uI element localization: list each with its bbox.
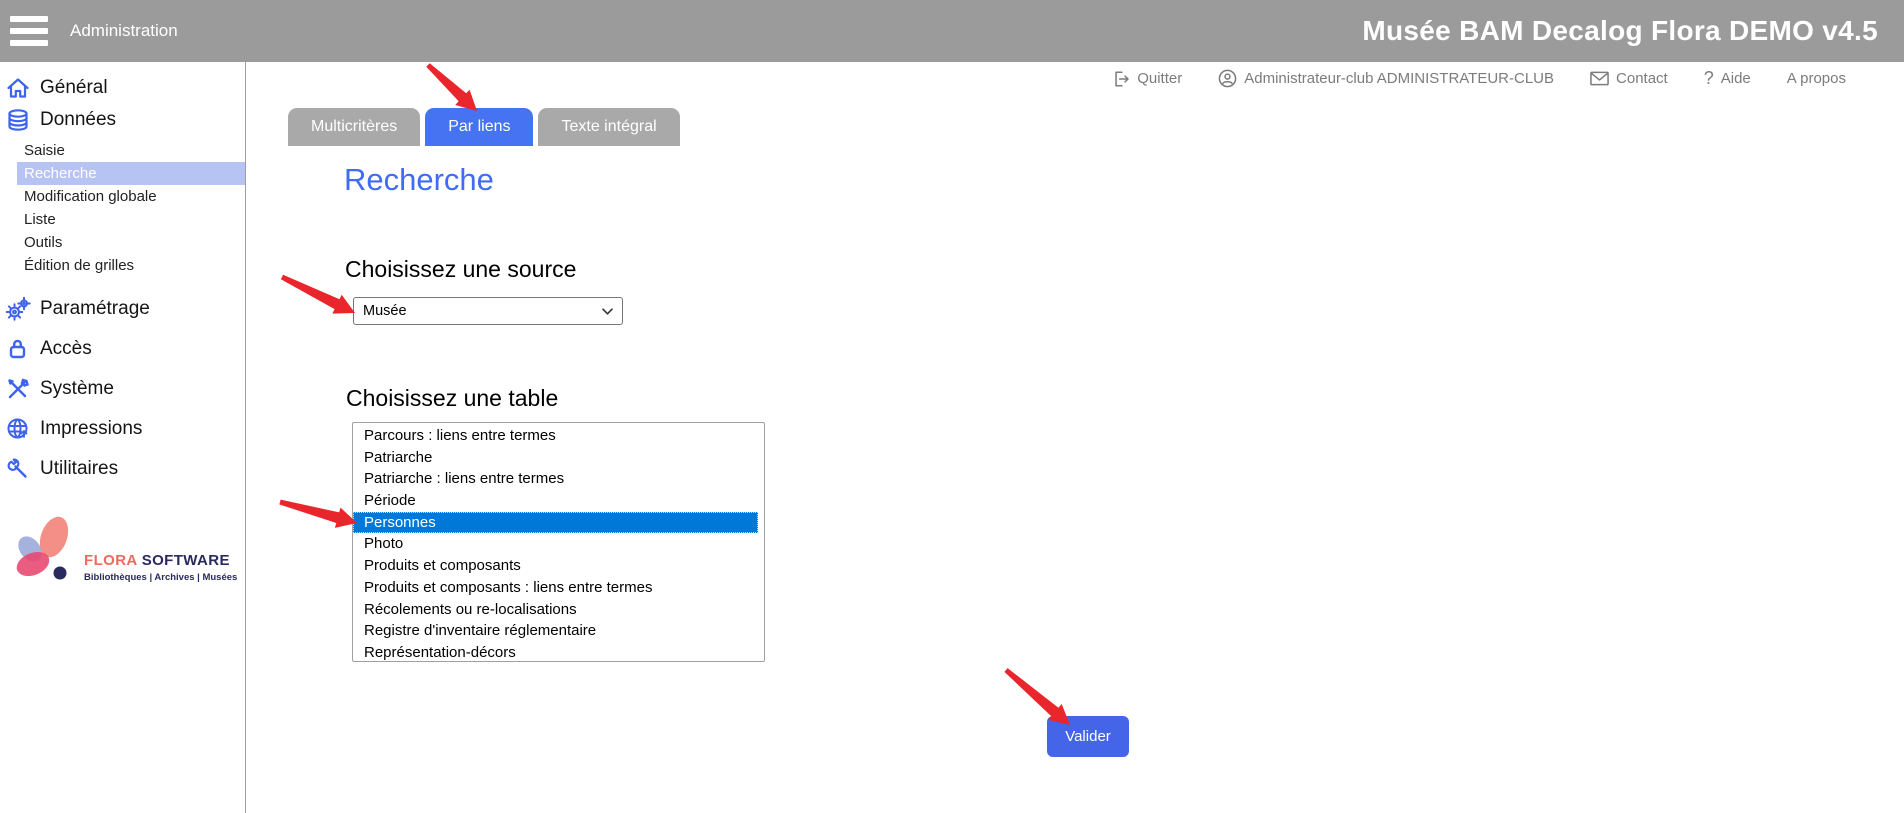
aide-label: Aide [1721,70,1751,87]
flora-logo-petals-icon [8,511,80,593]
logo-brand-secondary: SOFTWARE [142,552,230,569]
annotation-arrow-source [281,275,355,314]
table-listbox-option[interactable]: Représentation-décors [353,642,764,662]
aide-link[interactable]: ? Aide [1704,68,1751,89]
app-section-label: Administration [70,21,178,41]
table-listbox-option[interactable]: Personnes [353,512,758,534]
tab[interactable]: Texte intégral [538,108,679,146]
user-icon [1218,69,1237,88]
sidebar-item-label: Général [40,77,108,99]
database-icon [4,106,32,134]
tab[interactable]: Par liens [425,108,533,146]
sidebar-item-impressions[interactable]: Impressions [0,409,245,449]
current-user[interactable]: Administrateur-club ADMINISTRATEUR-CLUB [1218,69,1554,88]
globe-icon [4,415,32,443]
sidebar-donnees-submenu: Saisie Recherche Modification globale Li… [0,136,245,281]
sidebar-item-label: Accès [40,338,92,360]
table-section-label: Choisissez une table [346,385,558,412]
logo-tagline: Bibliothèques | Archives | Musées [84,572,237,583]
quitter-label: Quitter [1137,70,1182,87]
apropos-label: A propos [1787,70,1846,87]
annotation-arrow-par-liens [426,63,477,111]
topbar: Administration Musée BAM Decalog Flora D… [0,0,1904,62]
chevron-down-icon [602,308,613,315]
table-listbox-option[interactable]: Produits et composants [353,555,764,577]
source-select-value: Musée [354,303,602,319]
sidebar: Général Données Saisie Recherche Modific… [0,62,246,813]
sidebar-subitem[interactable]: Édition de grilles [17,254,245,277]
sidebar-item-label: Paramétrage [40,298,150,320]
sidebar-subitem[interactable]: Recherche [17,162,245,185]
sidebar-item-label: Utilitaires [40,458,118,480]
flora-software-logo: FLORA SOFTWARE Bibliothèques | Archives … [8,511,245,593]
logout-icon [1112,70,1130,88]
hamburger-menu-icon[interactable] [10,14,48,48]
sidebar-subitem[interactable]: Saisie [17,139,245,162]
utility-bar: Quitter Administrateur-club ADMINISTRATE… [1112,68,1846,89]
search-mode-tabs: Multicritères Par liens Texte intégral [288,108,680,146]
sidebar-item-systeme[interactable]: Système [0,369,245,409]
question-mark-icon: ? [1704,68,1714,89]
source-select[interactable]: Musée [353,297,623,325]
sidebar-item-utilitaires[interactable]: Utilitaires [0,449,245,489]
table-listbox-option[interactable]: Parcours : liens entre termes [353,425,764,447]
tab[interactable]: Multicritères [288,108,420,146]
table-listbox-option[interactable]: Produits et composants : liens entre ter… [353,577,764,599]
table-listbox-option[interactable]: Photo [353,533,764,555]
sidebar-item-donnees[interactable]: Données [0,104,245,136]
page-title: Recherche [344,162,494,198]
annotation-arrow-personnes [279,500,357,528]
envelope-icon [1590,71,1609,86]
lock-icon [4,335,32,363]
current-user-label: Administrateur-club ADMINISTRATEUR-CLUB [1244,70,1554,87]
table-listbox-option[interactable]: Registre d'inventaire réglementaire [353,620,764,642]
wrench-icon [4,455,32,483]
crossed-tools-icon [4,375,32,403]
gears-icon [4,295,32,323]
app-title: Musée BAM Decalog Flora DEMO v4.5 [1362,15,1878,47]
contact-link[interactable]: Contact [1590,70,1668,87]
table-listbox-option[interactable]: Patriarche [353,447,764,469]
sidebar-subitem[interactable]: Modification globale [17,185,245,208]
table-listbox-option[interactable]: Patriarche : liens entre termes [353,468,764,490]
sidebar-item-general[interactable]: Général [0,72,245,104]
home-icon [4,74,32,102]
table-listbox: Parcours : liens entre termes Patriarche… [352,422,765,662]
sidebar-item-acces[interactable]: Accès [0,329,245,369]
main-content: Quitter Administrateur-club ADMINISTRATE… [246,62,1904,813]
apropos-link[interactable]: A propos [1787,70,1846,87]
source-section-label: Choisissez une source [345,256,576,283]
sidebar-item-parametrage[interactable]: Paramétrage [0,289,245,329]
sidebar-item-label: Données [40,109,116,131]
sidebar-item-label: Impressions [40,418,142,440]
table-listbox-option[interactable]: Période [353,490,764,512]
sidebar-item-label: Système [40,378,114,400]
contact-label: Contact [1616,70,1668,87]
valider-button[interactable]: Valider [1047,716,1129,757]
table-listbox-option[interactable]: Récolements ou re-localisations [353,599,764,621]
quitter-link[interactable]: Quitter [1112,70,1182,88]
sidebar-subitem[interactable]: Liste [17,208,245,231]
sidebar-subitem[interactable]: Outils [17,231,245,254]
logo-brand-primary: FLORA [84,552,137,569]
